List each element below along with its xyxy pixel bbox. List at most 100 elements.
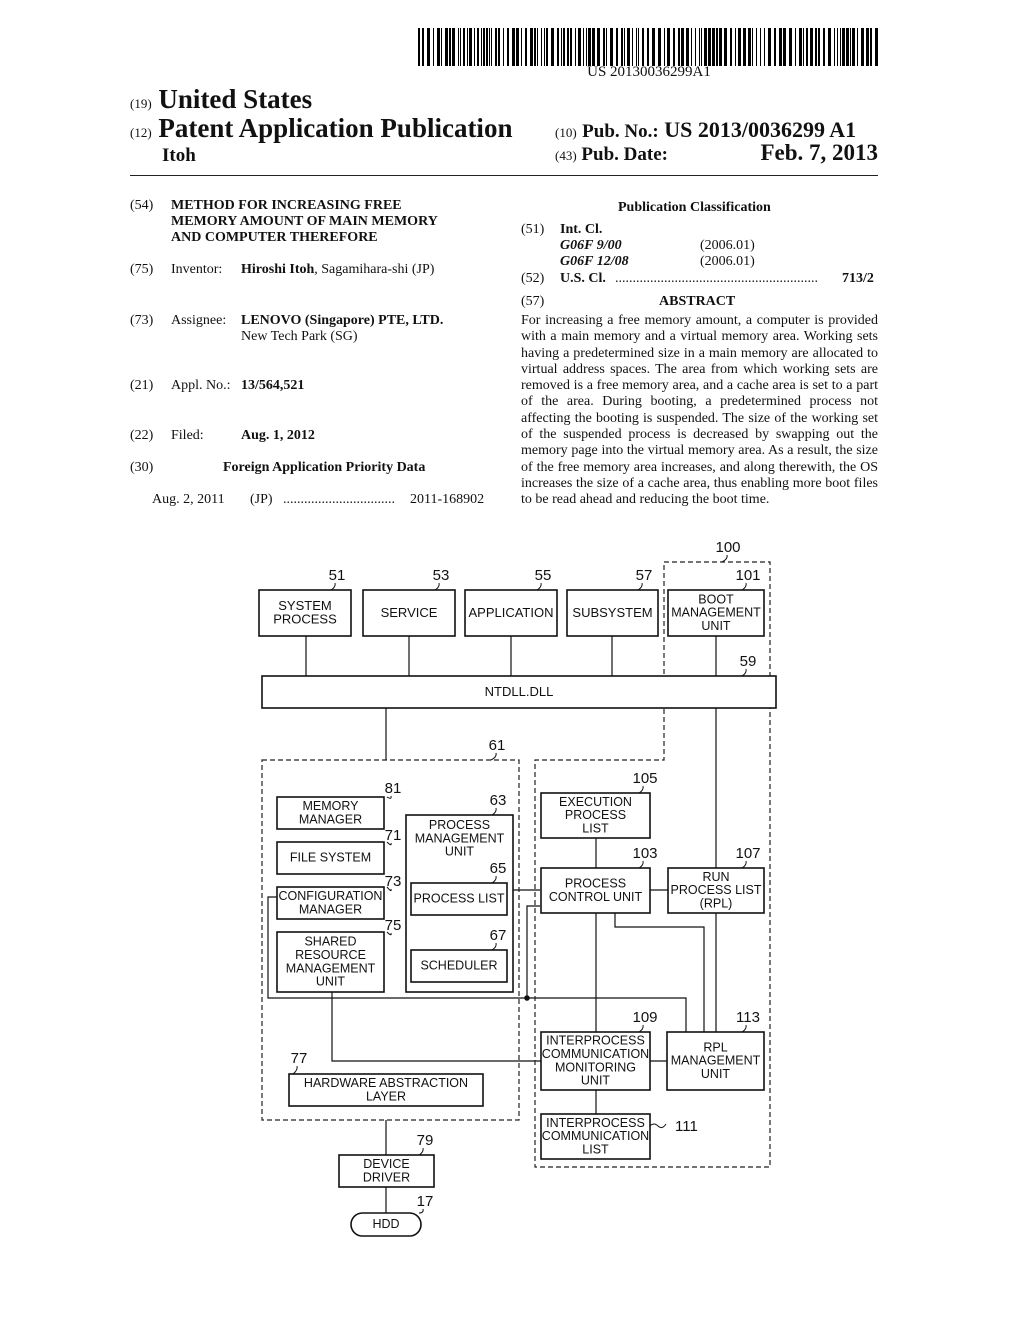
block-label: MANAGEMENT bbox=[415, 831, 505, 845]
reference-leader bbox=[490, 752, 497, 761]
system-process-block: SYSTEMPROCESS 51 bbox=[258, 567, 352, 637]
reference-numeral: 67 bbox=[490, 927, 507, 944]
reference-numeral: 55 bbox=[535, 567, 552, 584]
boot-management-unit-block: BOOTMANAGEMENTUNIT 101 bbox=[667, 567, 765, 637]
configuration-manager-block: CONFIGURATIONMANAGER73 bbox=[276, 873, 401, 920]
reference-numeral: 53 bbox=[433, 567, 450, 584]
block-label: SCHEDULER bbox=[420, 959, 497, 973]
block-label: (RPL) bbox=[700, 896, 733, 910]
wire bbox=[331, 992, 541, 1062]
reference-numeral: 59 bbox=[740, 653, 757, 670]
file-system-block: FILE SYSTEM 71 bbox=[276, 827, 402, 875]
block-label: DRIVER bbox=[363, 1170, 410, 1184]
process-control-unit-block: PROCESSCONTROL UNIT 103 bbox=[540, 845, 658, 914]
interprocess-communication-monitoring-unit-block: INTERPROCESSCOMMUNICATIONMONITORINGUNIT 1… bbox=[540, 1009, 658, 1091]
block-label: LIST bbox=[582, 821, 609, 835]
block-label: EXECUTION bbox=[559, 795, 632, 809]
junction-dot bbox=[524, 995, 530, 1001]
reference-leader bbox=[741, 668, 747, 677]
block-label: APPLICATION bbox=[468, 605, 553, 620]
block-label: UNIT bbox=[701, 1067, 731, 1081]
reference-numeral: 81 bbox=[385, 780, 402, 797]
interprocess-communication-list-block: INTERPROCESSCOMMUNICATIONLIST 111 bbox=[540, 1113, 698, 1160]
block-diagram: SYSTEMPROCESS51SERVICE53APPLICATION55SUB… bbox=[258, 539, 777, 1237]
block-label: LIST bbox=[582, 1142, 609, 1156]
hdd-block: HDD 17 bbox=[350, 1193, 434, 1237]
block-label: MANAGEMENT bbox=[286, 961, 376, 975]
block-label: PROCESS LIST bbox=[414, 892, 505, 906]
reference-leader bbox=[741, 582, 747, 591]
block-label: PROCESS bbox=[565, 876, 626, 890]
reference-leader bbox=[638, 785, 644, 794]
execution-process-list-block: EXECUTIONPROCESSLIST 105 bbox=[540, 770, 658, 839]
reference-numeral: 79 bbox=[417, 1132, 434, 1149]
block-label: UNIT bbox=[316, 975, 346, 989]
reference-numeral: 109 bbox=[632, 1009, 657, 1026]
block-label: PROCESS bbox=[565, 808, 626, 822]
reference-leader bbox=[536, 582, 542, 591]
reference-numeral: 77 bbox=[291, 1050, 308, 1067]
reference-numeral: 17 bbox=[417, 1193, 434, 1210]
reference-leader bbox=[638, 1024, 644, 1033]
block-label: CONFIGURATION bbox=[279, 889, 383, 903]
hardware-abstraction-layer-block: HARDWARE ABSTRACTIONLAYER 77 bbox=[288, 1050, 484, 1107]
block-label: LAYER bbox=[366, 1089, 406, 1103]
block-label: HDD bbox=[372, 1217, 399, 1231]
block-label: COMMUNICATION bbox=[542, 1047, 649, 1061]
block-label: FILE SYSTEM bbox=[290, 851, 371, 865]
wire bbox=[526, 905, 540, 998]
reference-leader bbox=[418, 1147, 424, 1156]
block-label: SERVICE bbox=[381, 605, 438, 620]
reference-leader bbox=[637, 582, 643, 591]
reference-numeral: 51 bbox=[329, 567, 346, 584]
block-label: PROCESS LIST bbox=[671, 883, 762, 897]
group-100-label: 100 bbox=[715, 539, 740, 556]
block-label: SYSTEM bbox=[278, 598, 331, 613]
reference-numeral: 71 bbox=[385, 827, 402, 844]
subsystem-block: SUBSYSTEM 57 bbox=[566, 567, 659, 637]
memory-manager-block: MEMORYMANAGER 81 bbox=[276, 780, 402, 830]
reference-leader bbox=[741, 1024, 747, 1033]
block-label: DEVICE bbox=[363, 1157, 410, 1171]
reference-numeral: 113 bbox=[736, 1009, 760, 1026]
reference-numeral: 65 bbox=[490, 860, 507, 877]
reference-numeral: 63 bbox=[490, 792, 507, 809]
block-label: SHARED bbox=[304, 935, 356, 949]
block-label: RESOURCE bbox=[295, 948, 366, 962]
block-label: INTERPROCESS bbox=[546, 1034, 645, 1048]
reference-leader bbox=[491, 807, 497, 816]
wire bbox=[614, 913, 705, 1032]
block-label: RUN bbox=[702, 870, 729, 884]
reference-leader bbox=[434, 582, 440, 591]
block-label: MONITORING bbox=[555, 1060, 636, 1074]
block-label: UNIT bbox=[445, 845, 475, 859]
reference-numeral: 57 bbox=[636, 567, 653, 584]
block-label: PROCESS bbox=[273, 612, 337, 627]
block-label: SUBSYSTEM bbox=[572, 605, 652, 620]
reference-leader bbox=[330, 582, 336, 591]
reference-leader bbox=[649, 1123, 667, 1129]
block-label: PROCESS bbox=[429, 818, 490, 832]
reference-leader bbox=[638, 860, 644, 869]
block-label: INTERPROCESS bbox=[546, 1116, 645, 1130]
ntdll-block: NTDLL.DLL 59 bbox=[261, 653, 777, 709]
block-label: MANAGER bbox=[299, 812, 362, 826]
service-block: SERVICE 53 bbox=[362, 567, 456, 637]
block-label: UNIT bbox=[581, 1074, 611, 1088]
block-label: HARDWARE ABSTRACTION bbox=[304, 1076, 468, 1090]
block-label: NTDLL.DLL bbox=[485, 684, 554, 699]
reference-numeral: 111 bbox=[675, 1118, 698, 1135]
block-label: MEMORY bbox=[302, 799, 359, 813]
reference-numeral: 75 bbox=[385, 917, 402, 934]
block-label: CONTROL UNIT bbox=[549, 890, 643, 904]
reference-leader bbox=[721, 554, 728, 563]
reference-leader bbox=[741, 860, 747, 869]
block-label: MANAGEMENT bbox=[671, 606, 761, 620]
block-label: UNIT bbox=[701, 619, 731, 633]
reference-leader bbox=[292, 1065, 298, 1075]
block-label: RPL bbox=[703, 1040, 727, 1054]
reference-numeral: 101 bbox=[735, 567, 760, 584]
shared-resource-management-unit-block: SHAREDRESOURCEMANAGEMENTUNIT 75 bbox=[276, 917, 402, 993]
block-label: MANAGEMENT bbox=[671, 1054, 761, 1068]
block-label: BOOT bbox=[698, 592, 734, 606]
